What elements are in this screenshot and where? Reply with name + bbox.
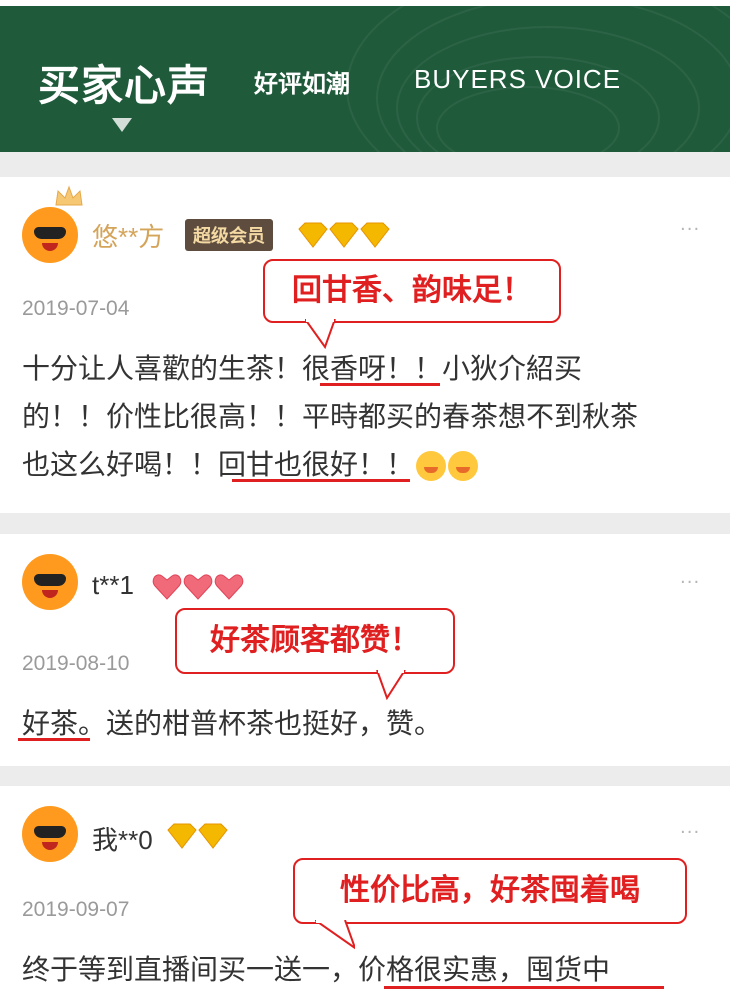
review-date: 2019-09-07 bbox=[22, 898, 130, 921]
highlight-underline bbox=[232, 479, 410, 482]
more-options-icon[interactable]: ··· bbox=[680, 219, 700, 240]
heart-icon bbox=[214, 574, 244, 600]
diamond-icon bbox=[360, 222, 390, 248]
highlight-callout: 性价比高，好茶囤着喝 bbox=[293, 858, 687, 950]
heart-icon bbox=[183, 574, 213, 600]
highlight-underline bbox=[384, 986, 664, 989]
diamond-icon bbox=[298, 222, 328, 248]
level-hearts bbox=[152, 574, 244, 600]
highlight-underline bbox=[320, 383, 440, 386]
banner-english-title: BUYERS VOICE bbox=[414, 64, 622, 94]
avatar[interactable] bbox=[22, 554, 78, 610]
callout-tail bbox=[376, 670, 406, 700]
review-line: 的！！价性比很高！！平時都买的春茶想不到秋茶 bbox=[22, 400, 639, 433]
level-diamonds bbox=[298, 222, 390, 248]
review-card: t**1 ··· 好茶顾客都赞！ 2019-08-10 好茶。送的柑普杯茶也挺好… bbox=[0, 534, 730, 766]
crown-icon bbox=[55, 185, 83, 206]
diamond-icon bbox=[198, 823, 228, 849]
avatar[interactable] bbox=[22, 806, 78, 862]
more-options-icon[interactable]: ··· bbox=[680, 572, 700, 593]
diamond-icon bbox=[167, 823, 197, 849]
more-options-icon[interactable]: ··· bbox=[680, 822, 700, 843]
review-card: 悠**方 超级会员 ··· 回甘香、韵味足！ 2019-07-04 十分让人喜歡… bbox=[0, 177, 730, 513]
review-date: 2019-08-10 bbox=[22, 652, 130, 675]
highlight-callout: 回甘香、韵味足！ bbox=[263, 259, 561, 349]
level-diamonds bbox=[167, 823, 228, 849]
triangle-down-icon bbox=[112, 118, 132, 132]
review-card: 我**0 ··· 性价比高，好茶囤着喝 2019-09-07 终于等到直播间买一… bbox=[0, 786, 730, 1005]
review-date: 2019-07-04 bbox=[22, 297, 130, 320]
banner-subtitle: 好评如潮 bbox=[254, 70, 350, 98]
heart-icon bbox=[152, 574, 182, 600]
username[interactable]: t**1 bbox=[92, 570, 134, 601]
callout-text: 回甘香、韵味足！ bbox=[292, 273, 532, 308]
super-member-badge: 超级会员 bbox=[185, 219, 273, 251]
callout-text: 好茶顾客都赞！ bbox=[210, 623, 420, 658]
smile-emoji-icon bbox=[416, 451, 447, 481]
diamond-icon bbox=[329, 222, 359, 248]
review-text: 十分让人喜歡的生茶！很香呀！！小狄介紹买 的！！价性比很高！！平時都买的春茶想不… bbox=[22, 345, 638, 489]
username[interactable]: 我**0 bbox=[92, 820, 153, 857]
username[interactable]: 悠**方 bbox=[92, 217, 164, 254]
smile-emoji-icon bbox=[448, 451, 479, 481]
buyers-voice-banner: 买家心声 好评如潮 BUYERS VOICE bbox=[0, 6, 730, 152]
highlight-callout: 好茶顾客都赞！ bbox=[175, 608, 455, 700]
highlight-underline bbox=[18, 738, 90, 741]
callout-text: 性价比高，好茶囤着喝 bbox=[340, 873, 640, 908]
banner-title: 买家心声 bbox=[38, 61, 211, 110]
avatar[interactable] bbox=[22, 207, 78, 263]
